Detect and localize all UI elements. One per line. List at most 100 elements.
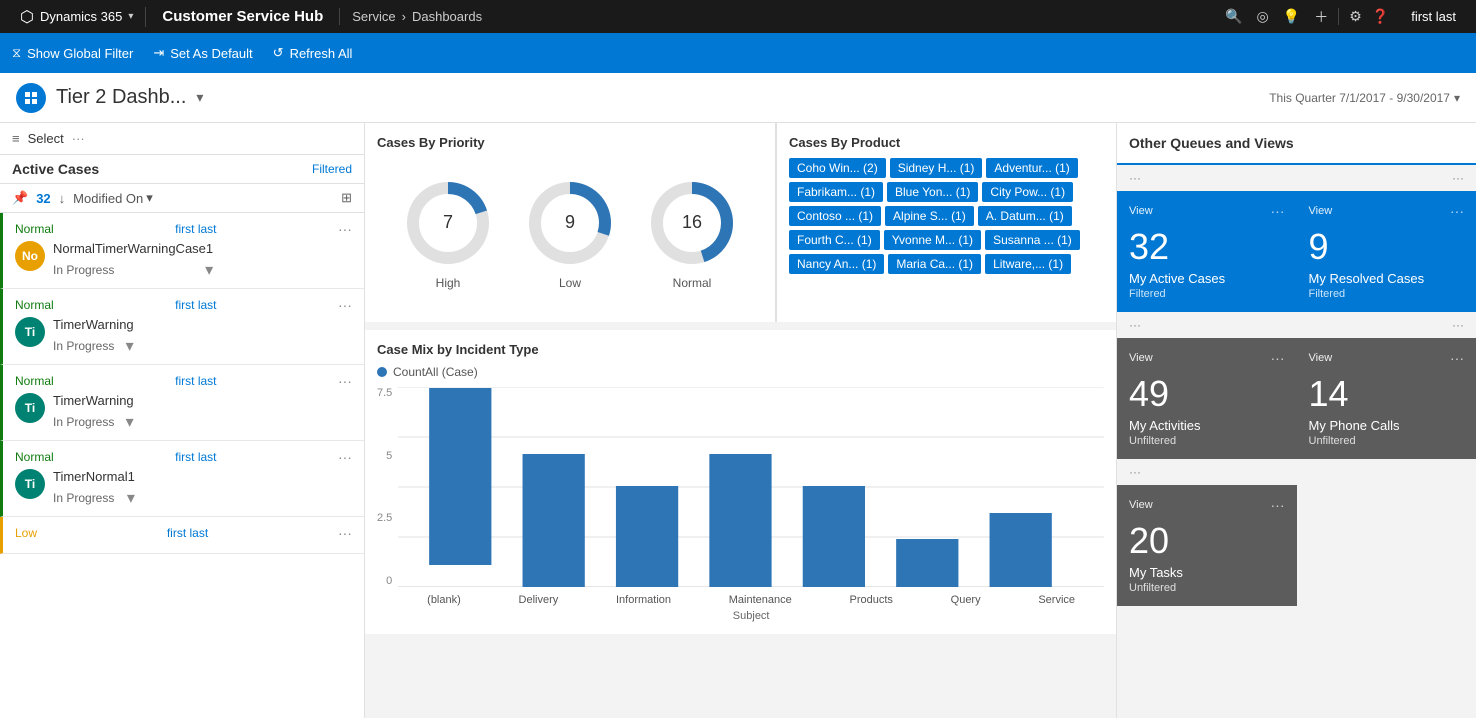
case-owner: first last (175, 450, 216, 464)
tasks-label: My Tasks (1129, 565, 1285, 580)
case-name: NormalTimerWarningCase1 (53, 241, 213, 256)
product-tag[interactable]: City Pow... (1) (982, 182, 1073, 202)
breadcrumb-dashboards[interactable]: Dashboards (412, 9, 482, 24)
low-donut: 9 Low (525, 178, 615, 290)
card-more-icon[interactable]: ··· (1271, 497, 1285, 513)
breadcrumb-sep: › (402, 9, 406, 24)
case-expand-icon[interactable]: ▾ (127, 488, 135, 508)
filter-icon: ⧖ (12, 45, 21, 61)
case-expand-icon[interactable]: ▾ (126, 336, 134, 356)
my-active-cases-card[interactable]: View ··· 32 My Active Cases Filtered (1117, 191, 1297, 312)
table-row[interactable]: Low first last ··· (0, 517, 364, 554)
svg-text:7: 7 (443, 212, 453, 232)
card-header: View ··· (1309, 203, 1465, 219)
card-more-icon[interactable]: ··· (1271, 350, 1285, 366)
select-button[interactable]: Select (28, 131, 64, 146)
my-phone-calls-card[interactable]: View ··· 14 My Phone Calls Unfiltered (1297, 338, 1476, 459)
product-tag[interactable]: Sidney H... (1) (890, 158, 983, 178)
sort-chevron: ▾ (146, 190, 153, 206)
case-status: In Progress (53, 263, 114, 277)
product-tag[interactable]: Contoso ... (1) (789, 206, 881, 226)
x-label-service: Service (1038, 594, 1075, 606)
case-more-icon[interactable]: ··· (338, 297, 352, 313)
dynamics-logo: ⬡ (20, 7, 34, 27)
card-more-icon[interactable]: ··· (1271, 203, 1285, 219)
product-tag[interactable]: Blue Yon... (1) (887, 182, 978, 202)
resolved-cases-sub: Filtered (1309, 288, 1465, 300)
product-tag[interactable]: Susanna ... (1) (985, 230, 1080, 250)
case-expand-icon[interactable]: ▾ (126, 412, 134, 432)
new-icon[interactable]: ＋ (1314, 7, 1328, 27)
high-label: High (436, 276, 461, 290)
x-label-information: Information (616, 594, 671, 606)
case-more-icon[interactable]: ··· (338, 525, 352, 541)
question-icon[interactable]: ❓ (1372, 8, 1389, 25)
product-tag[interactable]: Coho Win... (2) (789, 158, 886, 178)
right-panel: Other Queues and Views ··· ··· View ··· … (1116, 123, 1476, 718)
bar-chart-legend: CountAll (Case) (377, 365, 1104, 379)
card-more-icon[interactable]: ··· (1450, 203, 1464, 219)
my-activities-card[interactable]: View ··· 49 My Activities Unfiltered (1117, 338, 1297, 459)
dashboard-icon (16, 83, 46, 113)
product-tag[interactable]: Adventur... (1) (986, 158, 1077, 178)
product-tag[interactable]: Yvonne M... (1) (884, 230, 981, 250)
priority-chart-title: Cases By Priority (377, 135, 763, 150)
resolved-cases-number: 9 (1309, 229, 1465, 265)
case-expand-icon[interactable]: ▾ (205, 260, 213, 280)
queue-spacer-2: ··· ··· (1117, 312, 1476, 338)
breadcrumb-service[interactable]: Service (352, 9, 395, 24)
product-tag[interactable]: A. Datum... (1) (978, 206, 1072, 226)
date-chevron[interactable]: ▾ (1454, 91, 1460, 105)
table-row[interactable]: Normal first last ··· Ti TimerWarning In… (0, 289, 364, 365)
help-icon[interactable]: 💡 (1283, 8, 1300, 25)
settings-area: ⚙ ❓ (1338, 8, 1399, 25)
table-row[interactable]: Normal first last ··· Ti TimerWarning In… (0, 365, 364, 441)
active-cases-title: Active Cases Filtered (0, 155, 364, 184)
view-label: View (1129, 352, 1153, 364)
case-mix-chart: Case Mix by Incident Type CountAll (Case… (365, 330, 1116, 634)
page-title: Tier 2 Dashb... (56, 86, 186, 109)
view-toggle[interactable]: ⊞ (341, 190, 352, 206)
date-range: This Quarter 7/1/2017 - 9/30/2017 ▾ (1269, 91, 1460, 105)
case-priority: Normal (15, 374, 54, 388)
dynamics-chevron[interactable]: ▾ (128, 11, 133, 22)
show-global-filter-btn[interactable]: ⧖ Show Global Filter (12, 45, 133, 61)
dynamics365-nav[interactable]: ⬡ Dynamics 365 ▾ (8, 7, 146, 27)
title-chevron[interactable]: ▾ (196, 89, 203, 106)
sort-by[interactable]: Modified On ▾ (73, 190, 153, 206)
favorites-icon[interactable]: ◎ (1257, 8, 1269, 25)
product-chart-title: Cases By Product (789, 135, 1104, 150)
y-axis: 7.5 5 2.5 0 (377, 387, 398, 587)
case-more-icon[interactable]: ··· (338, 373, 352, 389)
search-icon[interactable]: 🔍 (1225, 8, 1242, 25)
set-as-default-btn[interactable]: ⇥ Set As Default (153, 45, 252, 61)
case-more-icon[interactable]: ··· (338, 221, 352, 237)
product-tag[interactable]: Alpine S... (1) (885, 206, 974, 226)
bar-chart-area: 7.5 5 2.5 0 (377, 387, 1104, 622)
toolbar-more[interactable]: ··· (72, 131, 85, 146)
product-tag[interactable]: Fourth C... (1) (789, 230, 880, 250)
my-tasks-card[interactable]: View ··· 20 My Tasks Unfiltered (1117, 485, 1297, 606)
x-label-products: Products (849, 594, 892, 606)
user-name[interactable]: first last (1399, 9, 1468, 24)
case-priority: Low (15, 526, 37, 540)
phone-calls-label: My Phone Calls (1309, 418, 1465, 433)
activities-label: My Activities (1129, 418, 1285, 433)
queue-spacer-1: ··· ··· (1117, 165, 1476, 191)
case-owner: first last (175, 298, 216, 312)
svg-text:16: 16 (682, 212, 702, 232)
refresh-all-btn[interactable]: ↺ Refresh All (273, 45, 353, 61)
my-resolved-cases-card[interactable]: View ··· 9 My Resolved Cases Filtered (1297, 191, 1476, 312)
x-label-delivery: Delivery (519, 594, 559, 606)
card-more-icon[interactable]: ··· (1450, 350, 1464, 366)
center-panel: Cases By Priority 7 High (365, 123, 1116, 718)
gear-icon[interactable]: ⚙ (1349, 8, 1362, 25)
dashboard-title-area: Tier 2 Dashb... ▾ (16, 83, 203, 113)
case-more-icon[interactable]: ··· (338, 449, 352, 465)
product-tag[interactable]: Litware,... (1) (985, 254, 1071, 274)
table-row[interactable]: Normal first last ··· No NormalTimerWarn… (0, 213, 364, 289)
product-tag[interactable]: Maria Ca... (1) (888, 254, 981, 274)
product-tag[interactable]: Nancy An... (1) (789, 254, 884, 274)
table-row[interactable]: Normal first last ··· Ti TimerNormal1 In… (0, 441, 364, 517)
product-tag[interactable]: Fabrikam... (1) (789, 182, 883, 202)
